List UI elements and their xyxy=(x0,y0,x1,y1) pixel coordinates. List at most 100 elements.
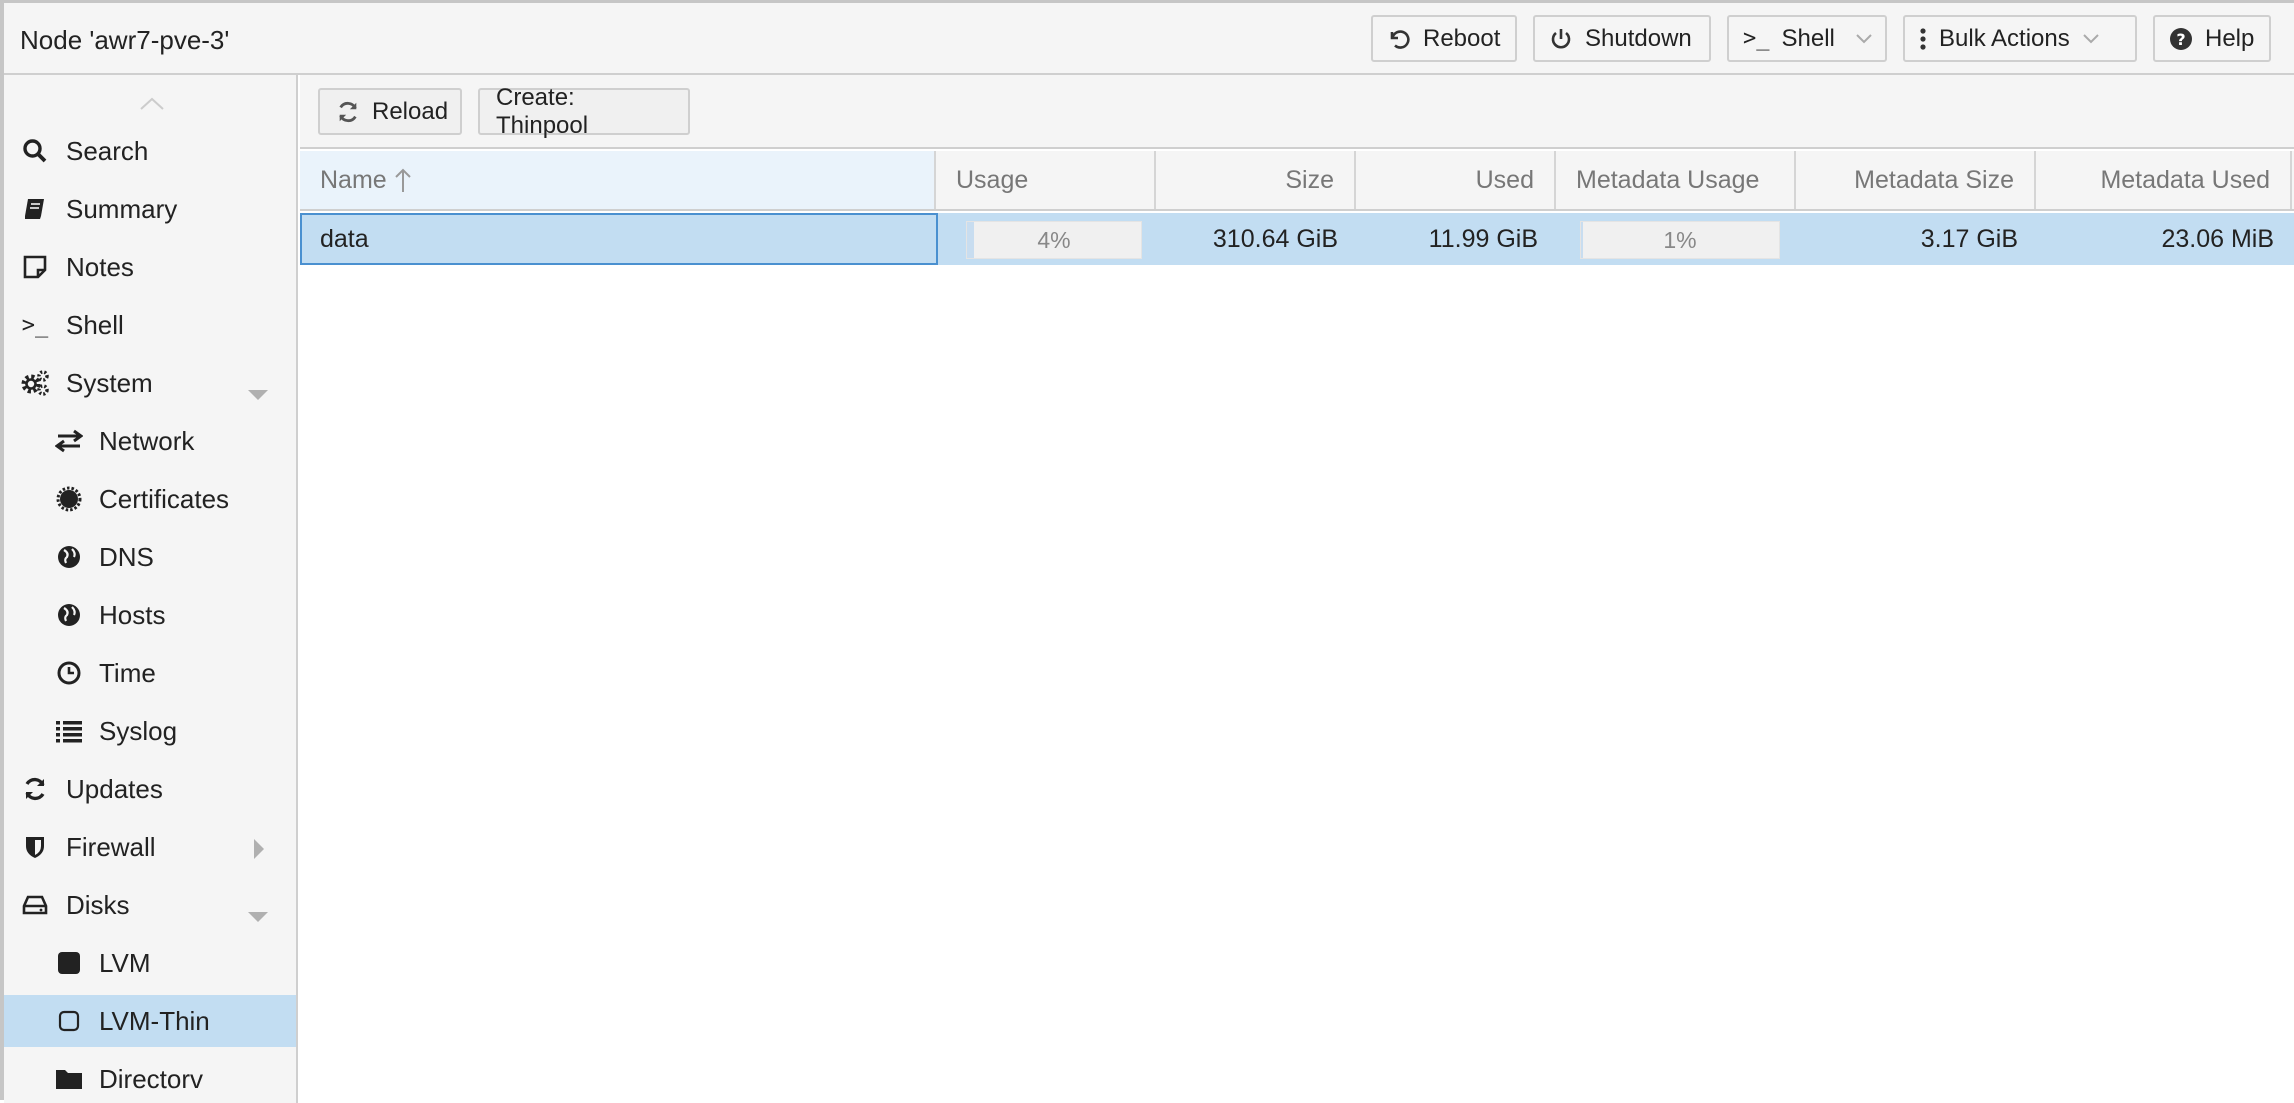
scroll-up-icon[interactable] xyxy=(139,89,165,110)
app-window: Node 'awr7-pve-3' Reboot Shutdown >_ She… xyxy=(0,0,2294,1103)
sidebar-item-network[interactable]: Network xyxy=(4,415,296,467)
cell-metadata-size: 3.17 GiB xyxy=(1920,224,2018,253)
sidebar-item-dns[interactable]: DNS xyxy=(4,531,296,583)
question-circle-icon: ? xyxy=(2169,27,2193,51)
vertical-ellipsis-icon xyxy=(1919,27,1927,51)
cell-name: data xyxy=(300,213,938,265)
sidebar-item-label: Network xyxy=(99,425,195,456)
column-header-used[interactable]: Used xyxy=(1356,151,1556,209)
sidebar-item-label: Syslog xyxy=(99,715,178,746)
caret-right-icon[interactable] xyxy=(254,837,264,866)
reload-label: Reload xyxy=(372,97,449,125)
create-thinpool-button[interactable]: Create: Thinpool xyxy=(478,84,690,139)
globe-icon xyxy=(54,600,84,630)
folder-icon xyxy=(54,1064,84,1094)
node-header: Node 'awr7-pve-3' Reboot Shutdown >_ She… xyxy=(4,3,2294,75)
square-outline-icon xyxy=(54,1006,84,1036)
column-header-metadata-used[interactable]: Metadata Used xyxy=(2036,151,2292,209)
column-header-metadata-size[interactable]: Metadata Size xyxy=(1796,151,2036,209)
chevron-down-icon[interactable] xyxy=(1855,33,1873,45)
shield-icon xyxy=(20,832,50,862)
create-thinpool-label: Create: Thinpool xyxy=(496,83,589,139)
shell-label: Shell xyxy=(1781,24,1835,52)
sidebar-item-certificates[interactable]: Certificates xyxy=(4,473,296,525)
cell-metadata-used: 23.06 MiB xyxy=(2161,224,2274,253)
sidebar-item-label: Certificates xyxy=(99,483,230,514)
sidebar-item-lvm[interactable]: LVM xyxy=(4,937,296,989)
shutdown-button[interactable]: Shutdown xyxy=(1533,15,1711,62)
sidebar-item-search[interactable]: Search xyxy=(4,125,296,177)
bulk-actions-label: Bulk Actions xyxy=(1939,24,2070,52)
sidebar-item-label: DNS xyxy=(99,541,154,572)
bulk-actions-button[interactable]: Bulk Actions xyxy=(1903,15,2137,62)
sidebar-item-label: Shell xyxy=(66,309,124,340)
clock-icon xyxy=(54,658,84,688)
cogs-icon xyxy=(20,368,50,398)
reload-button[interactable]: Reload xyxy=(318,88,462,135)
globe-icon xyxy=(54,542,84,572)
terminal-icon: >_ xyxy=(1743,26,1770,51)
grid-header: Name Usage Size Used Metadata Usage Meta… xyxy=(300,151,2294,211)
sidebar-item-label: LVM-Thin xyxy=(99,1005,210,1036)
sidebar-item-summary[interactable]: Summary xyxy=(4,183,296,235)
help-label: Help xyxy=(2205,24,2255,52)
sidebar-item-disks[interactable]: Disks xyxy=(4,879,296,931)
chevron-down-icon xyxy=(2082,33,2100,45)
usage-progress-bar: 4% xyxy=(966,221,1142,259)
sidebar-item-updates[interactable]: Updates xyxy=(4,763,296,815)
sidebar-item-label: Summary xyxy=(66,193,178,224)
column-header-metadata-usage[interactable]: Metadata Usage xyxy=(1556,151,1796,209)
sidebar-item-firewall[interactable]: Firewall xyxy=(4,821,296,873)
usage-progress-text: 4% xyxy=(1037,226,1071,253)
sidebar-item-hosts[interactable]: Hosts xyxy=(4,589,296,641)
svg-text:?: ? xyxy=(2176,30,2185,49)
sidebar-item-time[interactable]: Time xyxy=(4,647,296,699)
help-button[interactable]: ? Help xyxy=(2153,15,2271,62)
shutdown-label: Shutdown xyxy=(1585,24,1692,52)
notes-icon xyxy=(20,252,50,282)
sidebar-item-label: Notes xyxy=(66,251,134,282)
metadata-usage-progress-bar: 1% xyxy=(1580,221,1780,259)
sidebar-item-lvm-thin[interactable]: LVM-Thin xyxy=(4,995,296,1047)
sidebar-item-label: Time xyxy=(99,657,156,688)
metadata-usage-progress-text: 1% xyxy=(1663,226,1697,253)
caret-down-icon[interactable] xyxy=(248,378,268,407)
sidebar-item-label: LVM xyxy=(99,947,151,978)
column-header-name[interactable]: Name xyxy=(300,151,936,209)
refresh-icon xyxy=(336,100,360,124)
terminal-icon: >_ xyxy=(21,312,49,338)
reboot-button[interactable]: Reboot xyxy=(1371,15,1517,62)
column-header-usage[interactable]: Usage xyxy=(936,151,1156,209)
refresh-icon xyxy=(20,774,50,804)
content-toolbar: Reload Create: Thinpool xyxy=(300,75,2294,149)
hdd-icon xyxy=(20,890,50,920)
cell-used: 11.99 GiB xyxy=(1428,224,1538,253)
sort-ascending-icon xyxy=(393,167,413,193)
column-header-size[interactable]: Size xyxy=(1156,151,1356,209)
table-row[interactable]: data 4% 310.64 GiB 11.99 GiB 1% 3.17 GiB… xyxy=(300,213,2294,265)
sidebar-item-directory[interactable]: Directorv xyxy=(4,1053,296,1103)
sidebar-item-label: Hosts xyxy=(99,599,166,630)
shell-button[interactable]: >_ Shell xyxy=(1727,15,1887,62)
cell-size: 310.64 GiB xyxy=(1212,224,1338,253)
sidebar-item-label: System xyxy=(66,367,153,398)
node-sidebar: Search Summary Notes >_ Shell System Net… xyxy=(4,75,298,1103)
exchange-icon xyxy=(54,426,84,456)
caret-down-icon[interactable] xyxy=(248,900,268,929)
page-title: Node 'awr7-pve-3' xyxy=(20,25,230,55)
sidebar-item-label: Firewall xyxy=(66,831,156,862)
search-icon xyxy=(20,136,50,166)
certificate-icon xyxy=(54,484,84,514)
sidebar-item-label: Disks xyxy=(66,889,130,920)
list-icon xyxy=(54,716,84,746)
sidebar-item-notes[interactable]: Notes xyxy=(4,241,296,293)
reboot-label: Reboot xyxy=(1423,24,1501,52)
book-icon xyxy=(20,194,50,224)
sidebar-item-label: Directorv xyxy=(99,1063,204,1094)
square-filled-icon xyxy=(54,948,84,978)
sidebar-item-shell[interactable]: >_ Shell xyxy=(4,299,296,351)
sidebar-item-label: Updates xyxy=(66,773,163,804)
sidebar-item-syslog[interactable]: Syslog xyxy=(4,705,296,757)
thinpool-grid: Name Usage Size Used Metadata Usage Meta… xyxy=(300,151,2294,1103)
sidebar-item-system[interactable]: System xyxy=(4,357,296,409)
